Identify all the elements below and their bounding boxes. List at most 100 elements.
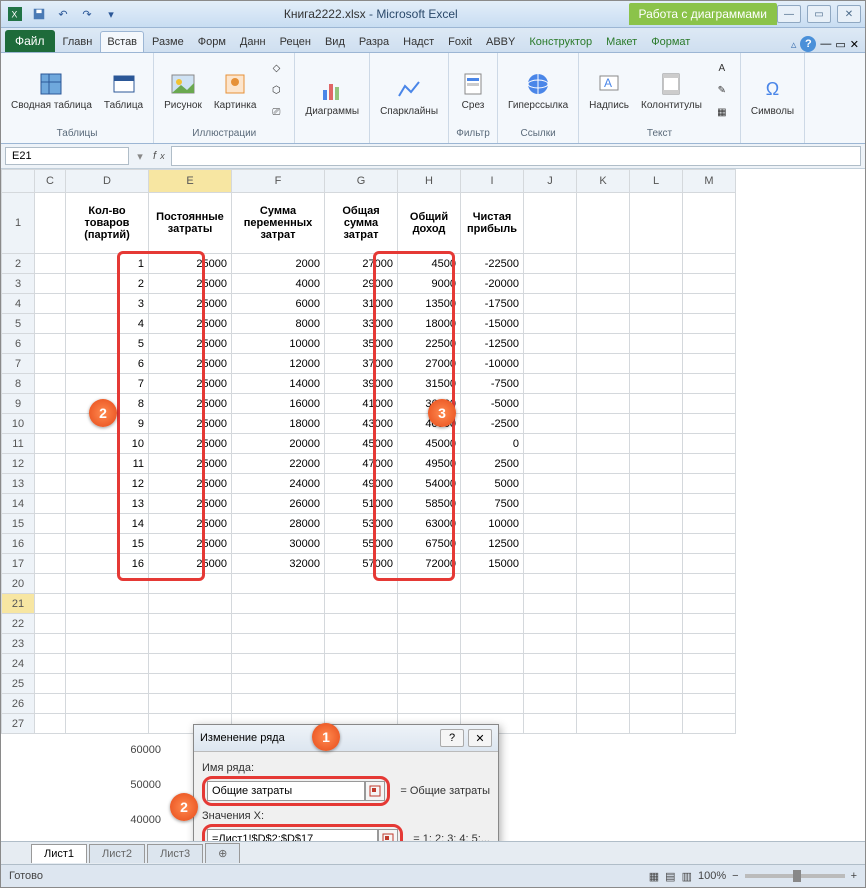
cell-L27[interactable] [630, 714, 683, 734]
cell-D13[interactable]: 12 [66, 474, 149, 494]
cell-L14[interactable] [630, 494, 683, 514]
col-header-G[interactable]: G [325, 170, 398, 193]
range-picker-icon[interactable] [365, 781, 385, 801]
cell-C4[interactable] [35, 294, 66, 314]
cell-F23[interactable] [232, 634, 325, 654]
cell-E17[interactable]: 25000 [149, 554, 232, 574]
cell-L9[interactable] [630, 394, 683, 414]
cell-G24[interactable] [325, 654, 398, 674]
cell-M4[interactable] [683, 294, 736, 314]
cell-E21[interactable] [149, 594, 232, 614]
cell-K21[interactable] [577, 594, 630, 614]
cell-E24[interactable] [149, 654, 232, 674]
cell-L24[interactable] [630, 654, 683, 674]
cell-K6[interactable] [577, 334, 630, 354]
minimize-button[interactable]: — [777, 5, 801, 23]
zoom-in-button[interactable]: + [851, 870, 857, 882]
cell-E9[interactable]: 25000 [149, 394, 232, 414]
undo-icon[interactable]: ↶ [53, 4, 73, 24]
cell-F26[interactable] [232, 694, 325, 714]
tab-formulas[interactable]: Форм [192, 32, 232, 52]
btn-smartart[interactable]: ⬡ [264, 81, 288, 101]
cell-F12[interactable]: 22000 [232, 454, 325, 474]
header-cell-E[interactable]: Постоянныезатраты [149, 193, 232, 254]
cell-D6[interactable]: 5 [66, 334, 149, 354]
cell-L12[interactable] [630, 454, 683, 474]
cell-H22[interactable] [398, 614, 461, 634]
cell-G21[interactable] [325, 594, 398, 614]
cell-M14[interactable] [683, 494, 736, 514]
cell-D23[interactable] [66, 634, 149, 654]
cell-F16[interactable]: 30000 [232, 534, 325, 554]
cell-L2[interactable] [630, 254, 683, 274]
cell-D11[interactable]: 10 [66, 434, 149, 454]
cell-D22[interactable] [66, 614, 149, 634]
btn-sigline[interactable]: ✎ [710, 81, 734, 101]
tab-data[interactable]: Данн [234, 32, 272, 52]
col-header-J[interactable]: J [524, 170, 577, 193]
cell-L23[interactable] [630, 634, 683, 654]
cell-E16[interactable]: 25000 [149, 534, 232, 554]
cell-C24[interactable] [35, 654, 66, 674]
cell-G13[interactable]: 49000 [325, 474, 398, 494]
row-header-3[interactable]: 3 [2, 274, 35, 294]
save-icon[interactable] [29, 4, 49, 24]
tab-home[interactable]: Главн [57, 32, 99, 52]
col-header-K[interactable]: K [577, 170, 630, 193]
col-header-L[interactable]: L [630, 170, 683, 193]
cell-L17[interactable] [630, 554, 683, 574]
cell-F22[interactable] [232, 614, 325, 634]
cell-C6[interactable] [35, 334, 66, 354]
cell-F24[interactable] [232, 654, 325, 674]
cell-E10[interactable]: 25000 [149, 414, 232, 434]
cell-C15[interactable] [35, 514, 66, 534]
cell-M8[interactable] [683, 374, 736, 394]
cell-D27[interactable] [66, 714, 149, 734]
cell-E12[interactable]: 25000 [149, 454, 232, 474]
cell-I2[interactable]: -22500 [461, 254, 524, 274]
cell-I25[interactable] [461, 674, 524, 694]
row-header-11[interactable]: 11 [2, 434, 35, 454]
cell-F25[interactable] [232, 674, 325, 694]
row-header-1[interactable]: 1 [2, 193, 35, 254]
cell-F3[interactable]: 4000 [232, 274, 325, 294]
cell-I8[interactable]: -7500 [461, 374, 524, 394]
inner-restore-button[interactable]: ▭ [835, 38, 845, 51]
cell-I23[interactable] [461, 634, 524, 654]
cell-I15[interactable]: 10000 [461, 514, 524, 534]
cell-M22[interactable] [683, 614, 736, 634]
btn-pivot-table[interactable]: Сводная таблица [7, 68, 96, 113]
worksheet-area[interactable]: CDEFGHIJKLM1Кол-вотоваров(партий)Постоян… [1, 169, 865, 841]
cell-G11[interactable]: 45000 [325, 434, 398, 454]
cell-J7[interactable] [524, 354, 577, 374]
view-break-icon[interactable]: ▥ [682, 870, 692, 883]
cell-M15[interactable] [683, 514, 736, 534]
cell-M21[interactable] [683, 594, 736, 614]
cell-H13[interactable]: 54000 [398, 474, 461, 494]
inner-close-button[interactable]: ✕ [850, 38, 859, 51]
header-cell-K[interactable] [577, 193, 630, 254]
cell-K22[interactable] [577, 614, 630, 634]
row-header-14[interactable]: 14 [2, 494, 35, 514]
cell-M10[interactable] [683, 414, 736, 434]
zoom-level[interactable]: 100% [698, 870, 726, 882]
cell-D26[interactable] [66, 694, 149, 714]
cell-I11[interactable]: 0 [461, 434, 524, 454]
cell-L21[interactable] [630, 594, 683, 614]
cell-E6[interactable]: 25000 [149, 334, 232, 354]
cell-H25[interactable] [398, 674, 461, 694]
cell-G4[interactable]: 31000 [325, 294, 398, 314]
cell-G14[interactable]: 51000 [325, 494, 398, 514]
cell-M13[interactable] [683, 474, 736, 494]
btn-screenshot[interactable]: ⎚ [264, 103, 288, 123]
cell-C8[interactable] [35, 374, 66, 394]
cell-C7[interactable] [35, 354, 66, 374]
namebox-dropdown-icon[interactable]: ▾ [133, 150, 147, 163]
cell-K5[interactable] [577, 314, 630, 334]
cell-L16[interactable] [630, 534, 683, 554]
cell-H14[interactable]: 58500 [398, 494, 461, 514]
cell-C14[interactable] [35, 494, 66, 514]
maximize-button[interactable]: ▭ [807, 5, 831, 23]
header-cell-M[interactable] [683, 193, 736, 254]
cell-M2[interactable] [683, 254, 736, 274]
